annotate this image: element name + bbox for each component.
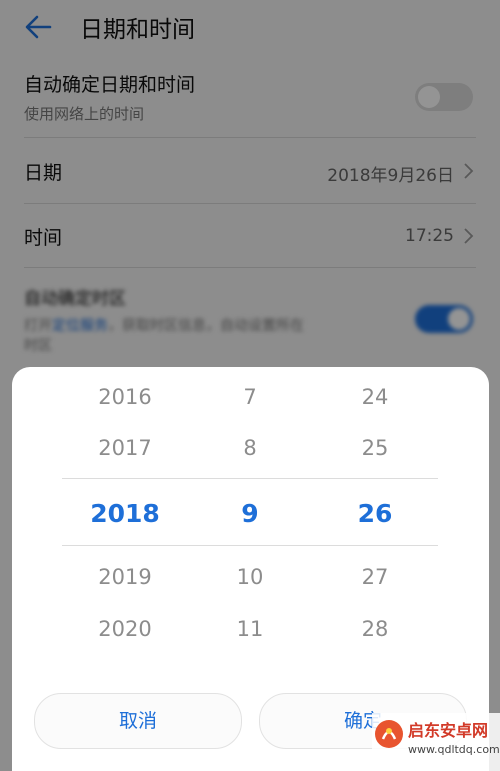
picker-selection-line-top xyxy=(62,478,438,479)
watermark-url: www.qdltdq.com xyxy=(408,743,500,756)
year-option[interactable]: 2017 xyxy=(60,436,190,460)
year-option[interactable]: 2019 xyxy=(60,565,190,589)
site-watermark: 启东安卓网 www.qdltdq.com xyxy=(372,713,500,771)
month-option[interactable]: 11 xyxy=(185,617,315,641)
year-option[interactable]: 2016 xyxy=(60,385,190,409)
watermark-title: 启东安卓网 xyxy=(408,721,489,740)
day-option[interactable]: 28 xyxy=(310,617,440,641)
month-option[interactable]: 10 xyxy=(185,565,315,589)
year-option-selected[interactable]: 2018 xyxy=(60,499,190,528)
year-option[interactable]: 2020 xyxy=(60,617,190,641)
month-option[interactable]: 8 xyxy=(185,436,315,460)
day-option[interactable]: 27 xyxy=(310,565,440,589)
month-option-selected[interactable]: 9 xyxy=(185,499,315,528)
day-option-selected[interactable]: 26 xyxy=(310,499,440,528)
cancel-button[interactable]: 取消 xyxy=(34,693,242,749)
picker-selection-line-bottom xyxy=(62,545,438,546)
day-option[interactable]: 25 xyxy=(310,436,440,460)
month-option[interactable]: 7 xyxy=(185,385,315,409)
day-option[interactable]: 24 xyxy=(310,385,440,409)
watermark-logo-icon xyxy=(375,720,403,748)
date-picker-dialog: 2016 2017 2018 2019 2020 7 8 9 10 11 24 … xyxy=(12,367,489,771)
